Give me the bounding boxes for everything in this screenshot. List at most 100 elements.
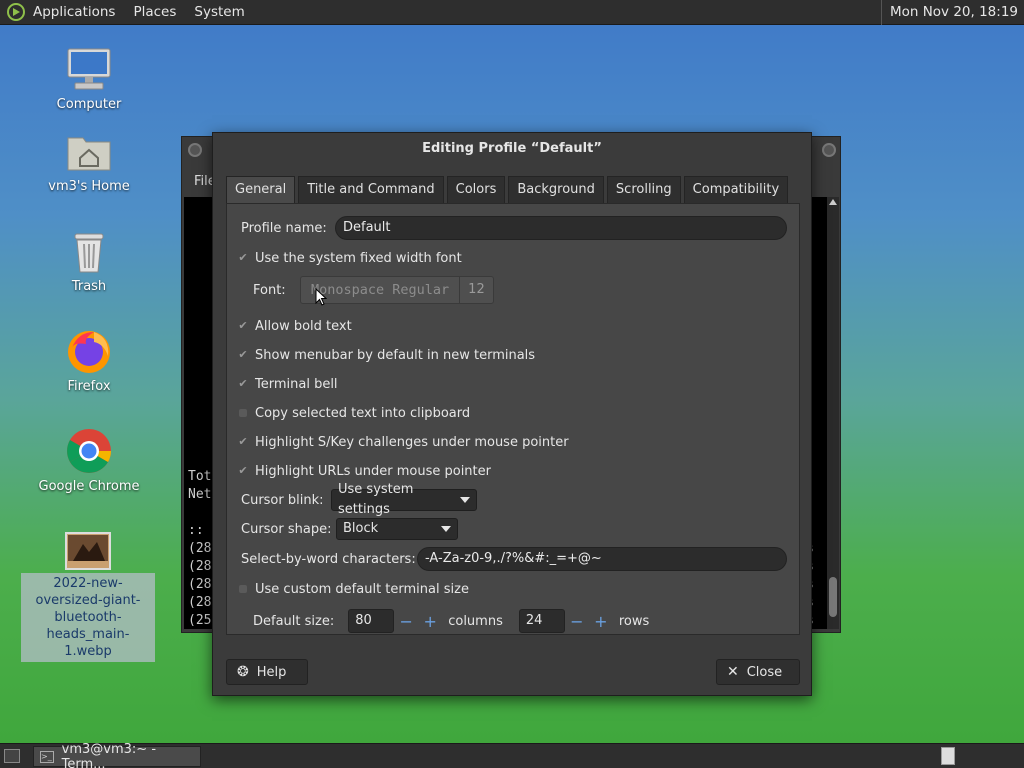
checkmark-icon: ✔ bbox=[238, 464, 248, 477]
custom-size-label: Use custom default terminal size bbox=[255, 581, 469, 597]
terminal-line: (28 bbox=[188, 559, 212, 574]
help-button-label: Help bbox=[256, 664, 287, 680]
terminal-bell-checkbox[interactable]: ✔ Terminal bell bbox=[237, 372, 338, 396]
scrollbar-thumb[interactable] bbox=[829, 577, 837, 617]
cursor-shape-select[interactable]: Block bbox=[336, 518, 458, 540]
desktop-icon-home[interactable]: vm3's Home bbox=[19, 128, 159, 194]
columns-spinner[interactable]: 80 bbox=[348, 609, 395, 633]
chevron-down-icon bbox=[460, 497, 470, 503]
checkmark-icon: ✔ bbox=[238, 251, 248, 264]
show-menubar-checkbox[interactable]: ✔ Show menubar by default in new termina… bbox=[237, 343, 535, 367]
chrome-icon bbox=[67, 429, 111, 473]
firefox-icon bbox=[68, 331, 110, 373]
use-system-font-checkbox[interactable]: ✔ Use the system fixed width font bbox=[237, 246, 462, 270]
terminal-line: (28 bbox=[188, 595, 212, 610]
terminal-line: (25 bbox=[188, 613, 212, 628]
tab-bar: General Title and Command Colors Backgro… bbox=[226, 176, 791, 204]
home-folder-icon bbox=[67, 137, 111, 171]
use-system-font-label: Use the system fixed width font bbox=[255, 250, 462, 266]
help-button[interactable]: ❂ Help bbox=[226, 659, 308, 685]
minus-icon[interactable]: − bbox=[565, 612, 589, 631]
allow-bold-label: Allow bold text bbox=[255, 318, 352, 334]
highlight-skey-checkbox[interactable]: ✔ Highlight S/Key challenges under mouse… bbox=[237, 430, 569, 454]
cursor-blink-value: Use system settings bbox=[338, 482, 414, 517]
plus-icon[interactable]: + bbox=[418, 612, 442, 631]
cursor-blink-label: Cursor blink: bbox=[241, 492, 324, 508]
workspace-switcher[interactable] bbox=[941, 747, 955, 765]
checkmark-icon: ✔ bbox=[238, 377, 248, 390]
terminal-line: Net bbox=[188, 487, 212, 502]
places-menu[interactable]: Places bbox=[133, 4, 176, 20]
custom-size-checkbox[interactable]: Use custom default terminal size bbox=[237, 577, 469, 601]
dialog-title: Editing Profile “Default” bbox=[422, 141, 602, 156]
close-button[interactable]: ✕ Close bbox=[716, 659, 800, 685]
desktop-icon-chrome[interactable]: Google Chrome bbox=[19, 426, 159, 494]
computer-icon bbox=[67, 48, 111, 90]
system-menu[interactable]: System bbox=[194, 4, 244, 20]
applications-menu[interactable]: Applications bbox=[33, 4, 115, 20]
word-chars-input[interactable]: -A-Za-z0-9,./?%&#:_=+@~ bbox=[417, 547, 787, 571]
close-button-label: Close bbox=[746, 664, 783, 680]
tab-background[interactable]: Background bbox=[508, 176, 604, 204]
minus-icon[interactable]: − bbox=[394, 612, 418, 631]
general-tab-panel: Profile name: Default ✔ Use the system f… bbox=[226, 203, 800, 635]
close-icon: ✕ bbox=[727, 664, 739, 680]
desktop-icon-firefox[interactable]: Firefox bbox=[19, 326, 159, 394]
font-picker-button[interactable]: Monospace Regular 12 bbox=[300, 276, 494, 304]
desktop-icon-label: Computer bbox=[56, 97, 122, 112]
columns-label: columns bbox=[448, 613, 503, 629]
taskbar-terminal-label: vm3@vm3:~ - Term... bbox=[61, 741, 157, 768]
terminal-window-menu-button[interactable] bbox=[188, 143, 202, 157]
tab-general[interactable]: General bbox=[226, 176, 296, 204]
profile-name-label: Profile name: bbox=[241, 220, 327, 236]
checkmark-icon: ✔ bbox=[238, 319, 248, 332]
distro-logo-icon[interactable] bbox=[7, 3, 25, 21]
scroll-up-arrow-icon[interactable] bbox=[829, 199, 837, 205]
rows-label: rows bbox=[618, 613, 650, 629]
tab-scrolling[interactable]: Scrolling bbox=[606, 176, 681, 204]
desktop-icon-label: Trash bbox=[71, 279, 107, 294]
desktop-icon-image-file[interactable]: 2022-new-oversized-giant-bluetooth-heads… bbox=[18, 532, 158, 662]
font-size: 12 bbox=[459, 277, 493, 303]
terminal-line: (28 bbox=[188, 541, 212, 556]
desktop-icon-computer[interactable]: Computer bbox=[19, 46, 159, 112]
font-label: Font: bbox=[253, 282, 286, 298]
mouse-pointer-icon bbox=[315, 288, 327, 306]
copy-selected-label: Copy selected text into clipboard bbox=[255, 405, 471, 421]
copy-selected-checkbox[interactable]: Copy selected text into clipboard bbox=[237, 401, 470, 425]
profile-name-input[interactable]: Default bbox=[335, 216, 787, 240]
tab-title-and-command[interactable]: Title and Command bbox=[298, 176, 444, 204]
trash-icon bbox=[74, 233, 104, 273]
panel-separator bbox=[880, 0, 882, 25]
desktop-icon-label: vm3's Home bbox=[48, 179, 130, 194]
unchecked-box-icon bbox=[237, 583, 249, 595]
cursor-shape-value: Block bbox=[343, 521, 379, 536]
cursor-shape-label: Cursor shape: bbox=[241, 521, 332, 537]
highlight-skey-label: Highlight S/Key challenges under mouse p… bbox=[255, 434, 569, 450]
cursor-blink-select[interactable]: Use system settings bbox=[331, 482, 477, 517]
clock[interactable]: Mon Nov 20, 18:19 bbox=[890, 4, 1018, 20]
terminal-icon: >_ bbox=[40, 750, 54, 763]
allow-bold-checkbox[interactable]: ✔ Allow bold text bbox=[237, 314, 352, 338]
profile-editor-dialog[interactable]: Editing Profile “Default” General Title … bbox=[212, 132, 812, 696]
image-file-icon bbox=[65, 532, 111, 570]
desktop-icon-label: 2022-new-oversized-giant-bluetooth-heads… bbox=[21, 573, 155, 662]
rows-spinner[interactable]: 24 bbox=[518, 609, 565, 633]
tab-compatibility[interactable]: Compatibility bbox=[683, 176, 789, 204]
desktop-icon-label: Google Chrome bbox=[38, 479, 140, 494]
checkmark-icon: ✔ bbox=[238, 435, 248, 448]
chevron-down-icon bbox=[441, 526, 451, 532]
highlight-urls-label: Highlight URLs under mouse pointer bbox=[255, 463, 491, 479]
plus-icon[interactable]: + bbox=[589, 612, 613, 631]
word-chars-label: Select-by-word characters: bbox=[241, 551, 416, 567]
show-menubar-label: Show menubar by default in new terminals bbox=[255, 347, 536, 363]
unchecked-box-icon bbox=[237, 407, 249, 419]
terminal-bell-label: Terminal bell bbox=[255, 376, 338, 392]
tab-colors[interactable]: Colors bbox=[446, 176, 506, 204]
show-desktop-icon[interactable] bbox=[4, 749, 20, 763]
checkmark-icon: ✔ bbox=[238, 348, 248, 361]
terminal-scrollbar[interactable] bbox=[827, 197, 839, 629]
terminal-close-button[interactable] bbox=[822, 143, 836, 157]
taskbar-terminal-button[interactable]: >_ vm3@vm3:~ - Term... bbox=[33, 742, 201, 768]
desktop-icon-trash[interactable]: Trash bbox=[19, 228, 159, 294]
